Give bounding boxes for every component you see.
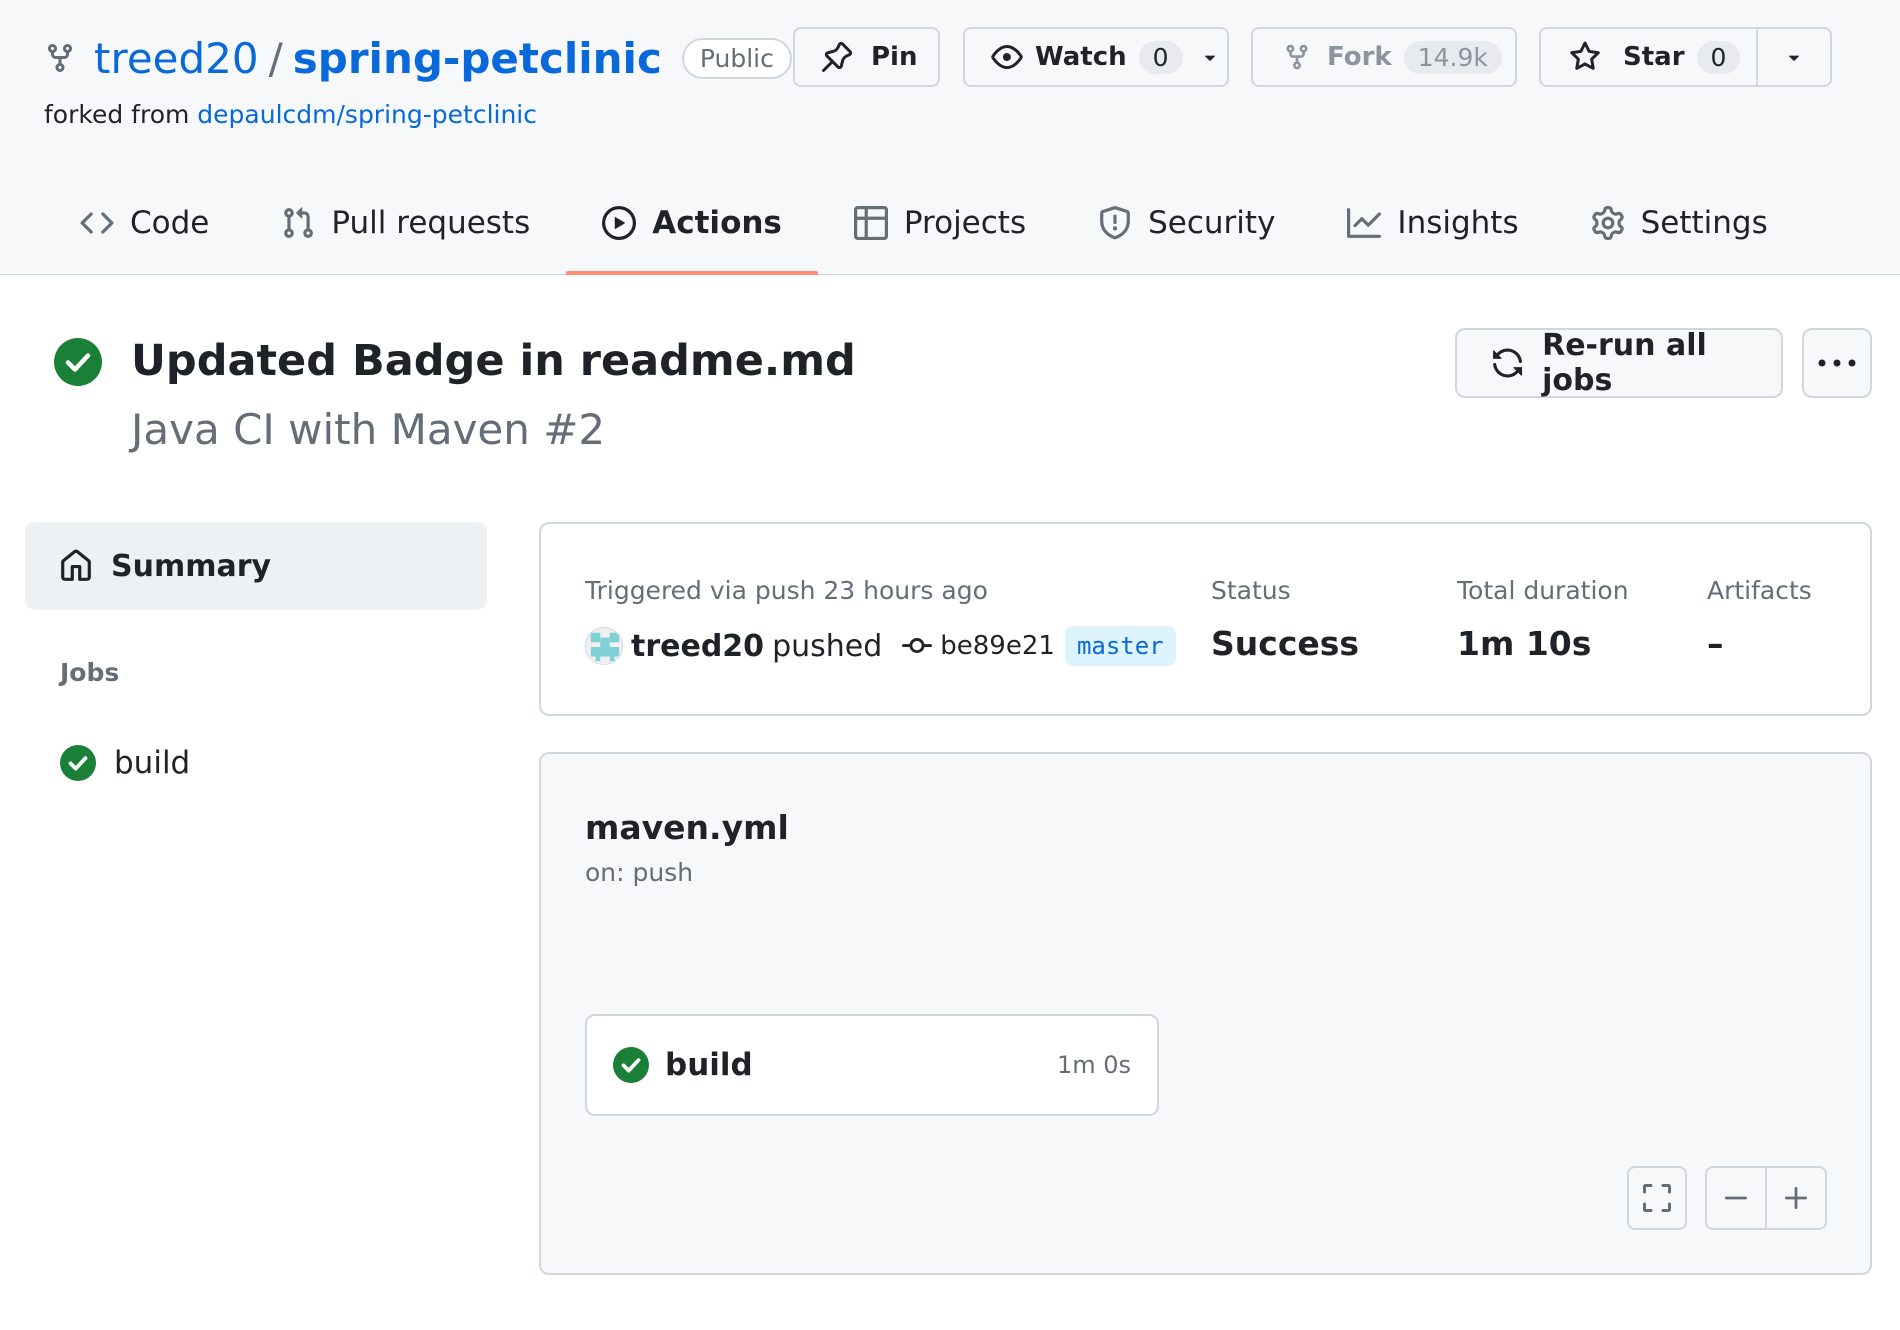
zoom-in-button[interactable] [1767,1168,1825,1228]
triggered-text: Triggered via push 23 hours ago [585,576,988,605]
check-circle-icon [54,338,102,386]
tab-projects-label: Projects [903,205,1027,241]
tab-actions[interactable]: Actions [566,195,818,275]
shield-icon [1100,206,1130,240]
sidebar-item-build[interactable]: build [60,739,190,787]
duration-label: Total duration [1457,576,1629,605]
kebab-horizontal-icon [1818,359,1856,367]
avatar[interactable] [585,627,623,665]
pin-label: Pin [871,42,918,72]
pull-request-icon [284,207,314,238]
run-summary-card: Triggered via push 23 hours ago treed20 … [539,522,1872,716]
artifacts-value: – [1707,624,1724,663]
rerun-label: Re-run all jobs [1542,328,1707,398]
repo-tabs: Code Pull requests Actions Projects Secu… [44,195,1804,275]
watch-label: Watch [1035,42,1127,72]
table-icon [853,206,888,240]
star-button-group: Star 0 [1539,27,1832,87]
screen-full-icon [1643,1184,1671,1212]
fork-button[interactable]: Fork 14.9k [1251,27,1517,87]
job-node-build[interactable]: build 1m 0s [585,1014,1159,1116]
check-circle-icon [613,1047,649,1083]
commit-sha-link[interactable]: be89e21 [940,631,1055,661]
job-node-label: build [665,1047,753,1083]
zoom-out-button[interactable] [1707,1168,1767,1228]
tab-code[interactable]: Code [44,195,245,251]
tab-settings[interactable]: Settings [1555,195,1804,251]
visibility-badge: Public [681,37,792,79]
run-workflow-subtitle[interactable]: Java CI with Maven #2 [131,405,605,454]
tab-insights-label: Insights [1397,205,1519,241]
git-commit-icon [902,638,933,654]
watch-count: 0 [1138,40,1183,74]
fit-to-screen-button[interactable] [1627,1166,1687,1230]
branch-tag[interactable]: master [1064,626,1176,666]
status-label: Status [1211,576,1291,605]
workflow-graph: maven.yml on: push build 1m 0s [539,752,1872,1275]
graph-icon [1347,208,1382,238]
play-icon [602,206,637,240]
sidebar-jobs-heading: Jobs [60,658,120,687]
fork-icon [1286,44,1308,70]
tab-projects[interactable]: Projects [818,195,1062,251]
repo-header: treed20 / spring-petclinic Public forked… [0,0,1900,275]
tab-pull-requests[interactable]: Pull requests [245,195,566,251]
forked-from-line: forked from depaulcdm/spring-petclinic [44,100,537,129]
tab-security[interactable]: Security [1062,195,1311,251]
repo-name-link[interactable]: spring-petclinic [293,34,662,83]
plus-icon [1784,1186,1808,1210]
tab-code-label: Code [130,205,210,241]
tab-actions-label: Actions [652,205,782,241]
artifacts-label: Artifacts [1707,576,1812,605]
workflow-file-name: maven.yml [585,808,789,847]
tab-insights[interactable]: Insights [1311,195,1554,251]
sync-icon [1493,348,1523,378]
star-list-dropdown[interactable] [1758,29,1830,85]
pin-button[interactable]: Pin [793,27,940,87]
repo-title: treed20 / spring-petclinic Public [44,30,792,86]
workflow-trigger: on: push [585,858,694,887]
tab-settings-label: Settings [1640,205,1768,241]
star-count: 0 [1696,40,1741,74]
watch-button[interactable]: Watch 0 [963,27,1229,87]
rerun-all-jobs-button[interactable]: Re-run all jobs [1455,328,1783,398]
eye-icon [991,45,1023,69]
check-circle-icon [60,745,96,781]
minus-icon [1724,1196,1748,1200]
run-title: Updated Badge in readme.md [131,336,856,386]
home-icon [61,549,91,581]
sidebar-job-label: build [114,745,191,781]
repo-fork-icon [48,44,72,73]
duration-value[interactable]: 1m 10s [1457,624,1591,663]
chevron-down-icon[interactable] [1199,46,1221,68]
actor-link[interactable]: treed20 [631,629,764,664]
code-icon [80,212,114,234]
more-options-button[interactable] [1802,328,1872,398]
repo-path-separator: / [268,33,283,83]
tab-security-label: Security [1148,205,1276,241]
push-info: treed20 pushed be89e21 master [585,624,1176,668]
sidebar-item-summary[interactable]: Summary [25,522,487,610]
star-label: Star [1623,42,1685,72]
fork-count: 14.9k [1403,40,1502,74]
forked-from-link[interactable]: depaulcdm/spring-petclinic [197,100,537,129]
status-value: Success [1211,624,1360,663]
pin-icon [822,41,853,72]
fork-label: Fork [1327,42,1392,72]
forked-from-prefix: forked from [44,100,190,129]
zoom-controls [1705,1166,1827,1230]
tab-pull-requests-label: Pull requests [331,205,531,241]
star-icon [1570,41,1600,70]
identicon-icon [586,628,622,664]
star-button[interactable]: Star 0 [1541,29,1758,85]
gear-icon [1591,206,1624,240]
chevron-down-icon [1788,55,1799,61]
job-node-duration: 1m 0s [1056,1051,1131,1079]
sidebar-summary-label: Summary [111,548,272,584]
repo-owner-link[interactable]: treed20 [94,34,259,83]
push-action: pushed [772,628,883,664]
